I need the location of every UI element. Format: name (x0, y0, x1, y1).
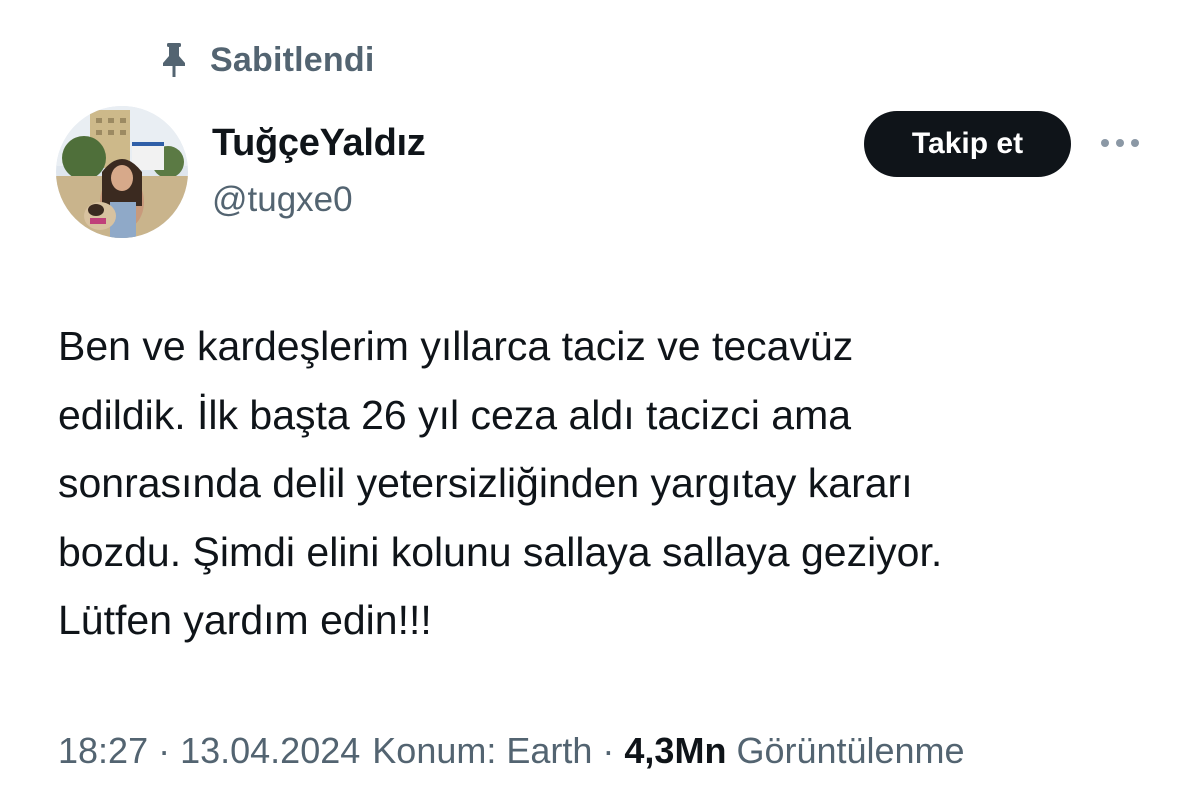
follow-button[interactable]: Takip et (864, 111, 1071, 177)
more-horizontal-icon (1100, 135, 1140, 153)
tweet-metadata: 18:27 · 13.04.2024 Konum: Earth · 4,3Mn … (58, 726, 965, 776)
tweet-date[interactable]: 13.04.2024 (180, 730, 360, 772)
tweet-text-line: Ben ve kardeşlerim yıllarca taciz ve tec… (58, 323, 854, 369)
views-label: Görüntülenme (736, 730, 965, 771)
tweet-location: Konum: Earth (372, 730, 593, 771)
profile-photo (56, 106, 188, 238)
user-handle[interactable]: @tugxe0 (212, 180, 353, 220)
tweet-text-line: bozdu. Şimdi elini kolunu sallaya sallay… (58, 528, 943, 575)
tweet-text-line: sonrasında delil yetersizliğinden yargıt… (58, 460, 913, 506)
separator-dot: · (602, 730, 615, 771)
pinned-indicator: Sabitlendi (158, 36, 374, 84)
tweet-text-line: Lütfen yardım edin!!! (58, 597, 432, 643)
display-name[interactable]: TuğçeYaldız (212, 122, 426, 165)
separator-dot: · (158, 730, 171, 771)
tweet-text-line: edildik. İlk başta 26 yıl ceza aldı taci… (58, 391, 852, 438)
tweet-time[interactable]: 18:27 (58, 730, 148, 772)
pinned-label: Sabitlendi (210, 40, 375, 79)
tweet-text: Ben ve kardeşlerim yıllarca taciz ve tec… (58, 312, 1158, 655)
pin-icon (158, 40, 190, 80)
more-button[interactable] (1096, 130, 1144, 158)
views-count[interactable]: 4,3Mn (624, 730, 726, 772)
avatar[interactable] (56, 106, 188, 238)
